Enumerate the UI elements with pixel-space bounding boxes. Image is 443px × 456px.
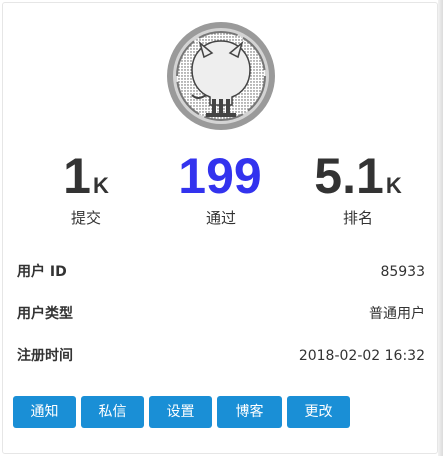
stat-rank-value: 5.1K — [314, 148, 402, 204]
github-octocat-icon — [167, 22, 275, 130]
stat-submissions-value: 1K — [63, 148, 109, 204]
user-profile-card: 1K 提交 199 通过 5.1K 排名 用户 ID 85933 用户类型 普通… — [2, 2, 438, 454]
user-id-label: 用户 ID — [17, 264, 67, 280]
settings-button[interactable]: 设置 — [149, 396, 212, 428]
user-id-value: 85933 — [380, 264, 425, 280]
info-row-user-id: 用户 ID 85933 — [17, 260, 425, 284]
message-button[interactable]: 私信 — [81, 396, 144, 428]
info-row-user-type: 用户类型 普通用户 — [17, 302, 425, 326]
register-time-value: 2018-02-02 16:32 — [298, 348, 425, 364]
stat-accepted-label: 通过 — [205, 209, 236, 227]
user-stats: 1K 提交 199 通过 5.1K 排名 — [3, 147, 439, 233]
info-row-register-time: 注册时间 2018-02-02 16:32 — [17, 344, 425, 368]
stat-rank[interactable]: 5.1K 排名 — [285, 147, 431, 228]
scrollbar-edge — [438, 0, 443, 456]
register-time-label: 注册时间 — [17, 348, 73, 364]
stat-accepted-value: 199 — [178, 148, 262, 204]
stat-accepted[interactable]: 199 通过 — [148, 147, 294, 228]
stat-rank-label: 排名 — [342, 209, 373, 227]
notify-button[interactable]: 通知 — [13, 396, 76, 428]
edit-button[interactable]: 更改 — [287, 396, 350, 428]
user-avatar[interactable] — [166, 21, 276, 131]
blog-button[interactable]: 博客 — [217, 396, 282, 428]
stat-submissions-label: 提交 — [70, 209, 101, 227]
user-type-value: 普通用户 — [369, 306, 425, 322]
stat-submissions[interactable]: 1K 提交 — [13, 147, 159, 228]
user-type-label: 用户类型 — [17, 306, 73, 322]
